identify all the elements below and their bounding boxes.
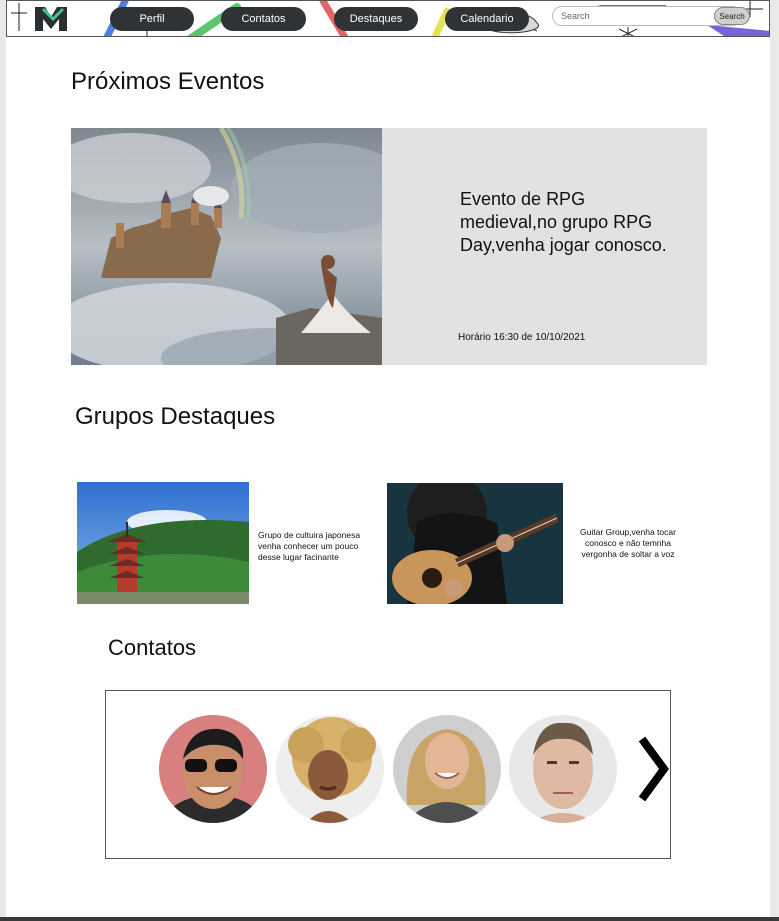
events-title: Próximos Eventos [71,68,265,95]
header: Perfil Contatos Destaques Calendario Sea… [6,0,770,37]
contacts-carousel [105,690,671,859]
page-bottom-border [0,917,779,921]
group-japan-text: Grupo de cultuira japonesa venha conhece… [258,530,361,562]
event-card[interactable]: Evento de RPG medieval,no grupo RPG Day,… [71,128,707,365]
group-guitar-text: Guitar Group,venha tocar conosco e não t… [580,527,676,559]
avatar[interactable] [509,715,617,823]
avatar[interactable] [159,715,267,823]
avatar[interactable] [393,715,501,823]
nav-perfil-button[interactable]: Perfil [110,7,194,31]
event-image [71,128,382,365]
highlights-title: Grupos Destaques [75,403,276,430]
avatar[interactable] [276,715,384,823]
nav-contatos-button[interactable]: Contatos [221,7,306,31]
contacts-title: Contatos [108,635,197,660]
chevron-right-icon[interactable] [636,735,670,803]
group-japan-image[interactable] [77,482,249,604]
event-time: Horário 16:30 de 10/10/2021 [458,332,586,343]
group-guitar-image[interactable] [387,483,563,604]
search-button[interactable]: Search [714,7,750,25]
nav-calendario-button[interactable]: Calendario [445,7,529,31]
logo-icon[interactable] [33,3,69,33]
nav-destaques-button[interactable]: Destaques [334,7,418,31]
event-description: Evento de RPG medieval,no grupo RPG Day,… [460,189,667,255]
page: Perfil Contatos Destaques Calendario Sea… [6,0,770,918]
